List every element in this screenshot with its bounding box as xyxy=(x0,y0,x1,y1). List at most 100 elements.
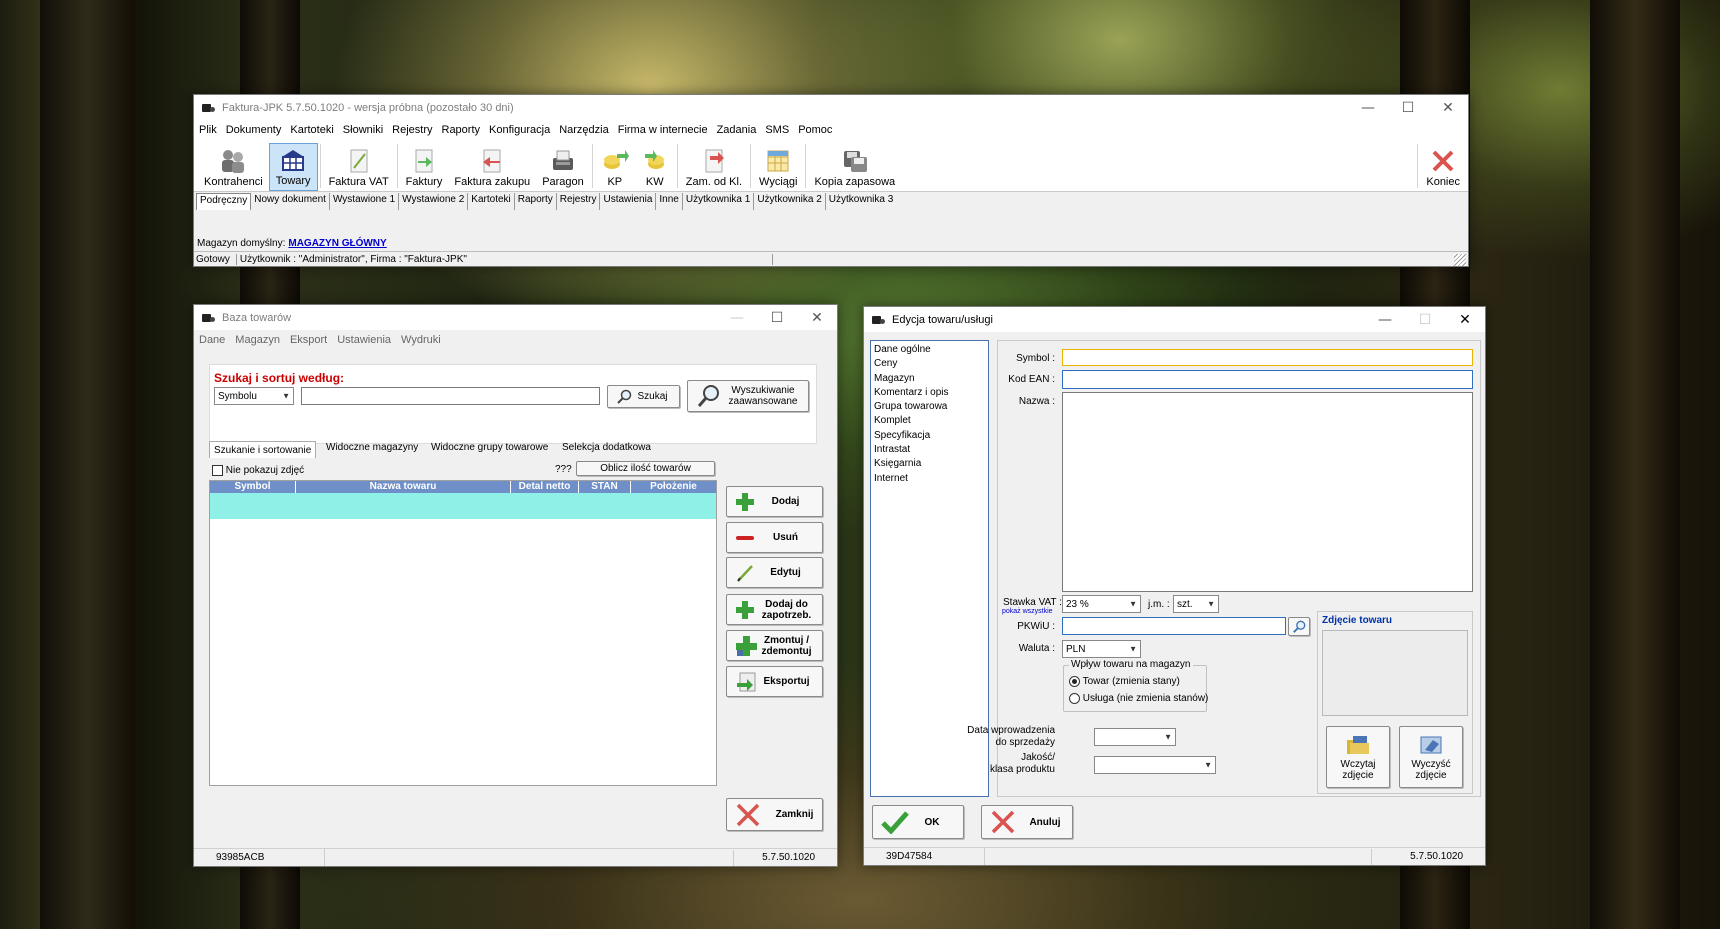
toolbar-zam-od-kl-button[interactable]: Zam. od Kl. xyxy=(680,143,748,191)
nav-ceny[interactable]: Ceny xyxy=(874,357,985,371)
ean-input[interactable] xyxy=(1062,370,1473,389)
radio-service-dot[interactable] xyxy=(1069,693,1080,704)
nav-ksiegarnia[interactable]: Księgarnia xyxy=(874,457,985,471)
tab-wystawione-1[interactable]: Wystawione 1 xyxy=(330,193,400,210)
export-button[interactable]: Eksportuj xyxy=(726,666,823,697)
menu-raporty[interactable]: Raporty xyxy=(442,124,481,136)
tab-uzytkownika-3[interactable]: Użytkownika 3 xyxy=(826,193,896,210)
search-input[interactable] xyxy=(301,387,600,405)
resize-grip-icon[interactable] xyxy=(1454,253,1466,266)
menu-eksport[interactable]: Eksport xyxy=(290,334,327,346)
tab-raporty[interactable]: Raporty xyxy=(515,193,557,210)
toolbar-faktura-vat-button[interactable]: Faktura VAT xyxy=(323,143,395,191)
nav-specyfikacja[interactable]: Specyfikacja xyxy=(874,429,985,443)
sale-date-picker[interactable]: ▼ xyxy=(1094,728,1176,746)
load-photo-button[interactable]: Wczytaj zdjęcie xyxy=(1326,726,1390,788)
tab-uzytkownika-2[interactable]: Użytkownika 2 xyxy=(754,193,826,210)
menu-plik[interactable]: Plik xyxy=(199,124,217,136)
minimize-icon[interactable]: — xyxy=(1365,307,1405,332)
menu-ustawienia[interactable]: Ustawienia xyxy=(337,334,391,346)
advanced-search-button[interactable]: Wyszukiwanie zaawansowane xyxy=(687,380,809,412)
menu-slowniki[interactable]: Słowniki xyxy=(343,124,383,136)
tab-inne[interactable]: Inne xyxy=(656,193,683,210)
menu-dane[interactable]: Dane xyxy=(199,334,225,346)
assemble-button[interactable]: Zmontuj / zdemontuj xyxy=(726,630,823,661)
nav-dane-ogolne[interactable]: Dane ogólne xyxy=(874,343,985,357)
toolbar-kp-button[interactable]: KP xyxy=(595,143,635,191)
ok-button[interactable]: OK xyxy=(872,805,964,839)
minimize-icon[interactable]: — xyxy=(1348,95,1388,120)
nav-internet[interactable]: Internet xyxy=(874,472,985,486)
menu-zadania[interactable]: Zadania xyxy=(717,124,757,136)
toolbar-koniec-button[interactable]: Koniec xyxy=(1420,143,1468,191)
tab-podreczny[interactable]: Podręczny xyxy=(196,193,252,210)
toolbar-kontrahenci-button[interactable]: Kontrahenci xyxy=(198,143,269,191)
menu-narzedzia[interactable]: Narzędzia xyxy=(559,124,609,136)
tab-selekcja-dodatkowa[interactable]: Selekcja dodatkowa xyxy=(558,439,655,456)
tab-uzytkownika-1[interactable]: Użytkownika 1 xyxy=(683,193,755,210)
search-button[interactable]: Szukaj xyxy=(607,385,680,408)
menu-rejestry[interactable]: Rejestry xyxy=(392,124,432,136)
clear-photo-button[interactable]: Wyczyść zdjęcie xyxy=(1399,726,1463,788)
vat-show-all-link[interactable]: pokaż wszystkie xyxy=(1002,608,1053,615)
column-header-stan[interactable]: STAN xyxy=(579,481,631,493)
toolbar-towary-button[interactable]: Towary xyxy=(268,143,318,191)
maximize-icon[interactable]: ☐ xyxy=(757,305,797,330)
menu-wydruki[interactable]: Wydruki xyxy=(401,334,441,346)
column-header-nazwa-towaru[interactable]: Nazwa towaru xyxy=(296,481,511,493)
add-button[interactable]: Dodaj xyxy=(726,486,823,517)
menu-dokumenty[interactable]: Dokumenty xyxy=(226,124,282,136)
toolbar-kw-button[interactable]: KW xyxy=(635,143,675,191)
close-icon[interactable]: ✕ xyxy=(1445,307,1485,332)
close-icon[interactable]: ✕ xyxy=(1428,95,1468,120)
unit-select[interactable]: szt. ▼ xyxy=(1173,595,1219,613)
toolbar-wyciagi-button[interactable]: Wyciągi xyxy=(753,143,803,191)
symbol-input[interactable] xyxy=(1062,349,1473,366)
close-icon[interactable]: ✕ xyxy=(797,305,837,330)
name-textarea[interactable] xyxy=(1062,392,1473,592)
nav-komentarz-i-opis[interactable]: Komentarz i opis xyxy=(874,386,985,400)
radio-goods-dot[interactable] xyxy=(1069,676,1080,687)
tab-widoczne-magazyny[interactable]: Widoczne magazyny xyxy=(322,439,422,456)
remove-button[interactable]: Usuń xyxy=(726,522,823,553)
add-to-needs-button[interactable]: Dodaj do zapotrzeb. xyxy=(726,594,823,625)
menu-firma-w-internecie[interactable]: Firma w internecie xyxy=(618,124,708,136)
tab-szukanie-i-sortowanie[interactable]: Szukanie i sortowanie xyxy=(209,441,317,458)
tab-rejestry[interactable]: Rejestry xyxy=(557,193,601,210)
currency-select[interactable]: PLN ▼ xyxy=(1062,640,1141,658)
nav-komplet[interactable]: Komplet xyxy=(874,414,985,428)
hide-photos-checkbox[interactable]: Nie pokazuj zdjęć xyxy=(212,465,304,476)
pkwiu-input[interactable] xyxy=(1062,617,1286,635)
count-items-button[interactable]: Oblicz ilość towarów xyxy=(576,461,715,476)
cancel-button[interactable]: Anuluj xyxy=(981,805,1073,839)
pkwiu-search-button[interactable] xyxy=(1288,617,1310,636)
radio-service[interactable]: Usługa (nie zmienia stanów) xyxy=(1069,693,1208,704)
menu-sms[interactable]: SMS xyxy=(765,124,789,136)
nav-magazyn[interactable]: Magazyn xyxy=(874,372,985,386)
default-warehouse-link[interactable]: MAGAZYN GŁÓWNY xyxy=(288,238,386,249)
vat-select[interactable]: 23 % ▼ xyxy=(1062,595,1141,613)
menu-kartoteki[interactable]: Kartoteki xyxy=(290,124,333,136)
edit-button[interactable]: Edytuj xyxy=(726,557,823,588)
maximize-icon[interactable]: ☐ xyxy=(1388,95,1428,120)
search-field-select[interactable]: Symbolu ▼ xyxy=(214,387,294,405)
menu-magazyn[interactable]: Magazyn xyxy=(235,334,280,346)
hide-photos-check[interactable] xyxy=(212,465,223,476)
column-header-detal-netto[interactable]: Detal netto xyxy=(511,481,579,493)
tab-ustawienia[interactable]: Ustawienia xyxy=(600,193,657,210)
nav-intrastat[interactable]: Intrastat xyxy=(874,443,985,457)
tab-nowy-dokument[interactable]: Nowy dokument xyxy=(251,193,330,210)
nav-grupa-towarowa[interactable]: Grupa towarowa xyxy=(874,400,985,414)
column-header-polozenie[interactable]: Położenie xyxy=(631,481,716,493)
close-button[interactable]: Zamknij xyxy=(726,798,823,831)
table-row-selected[interactable] xyxy=(210,493,716,519)
menu-konfiguracja[interactable]: Konfiguracja xyxy=(489,124,550,136)
quality-select[interactable]: ▼ xyxy=(1094,756,1216,774)
toolbar-kopia-zapasowa-button[interactable]: Kopia zapasowa xyxy=(808,143,901,191)
menu-pomoc[interactable]: Pomoc xyxy=(798,124,832,136)
toolbar-faktury-button[interactable]: Faktury xyxy=(400,143,449,191)
toolbar-faktura-zakupu-button[interactable]: Faktura zakupu xyxy=(448,143,536,191)
tab-kartoteki[interactable]: Kartoteki xyxy=(468,193,515,210)
tab-widoczne-grupy-towarowe[interactable]: Widoczne grupy towarowe xyxy=(427,439,552,456)
tab-wystawione-2[interactable]: Wystawione 2 xyxy=(399,193,469,210)
